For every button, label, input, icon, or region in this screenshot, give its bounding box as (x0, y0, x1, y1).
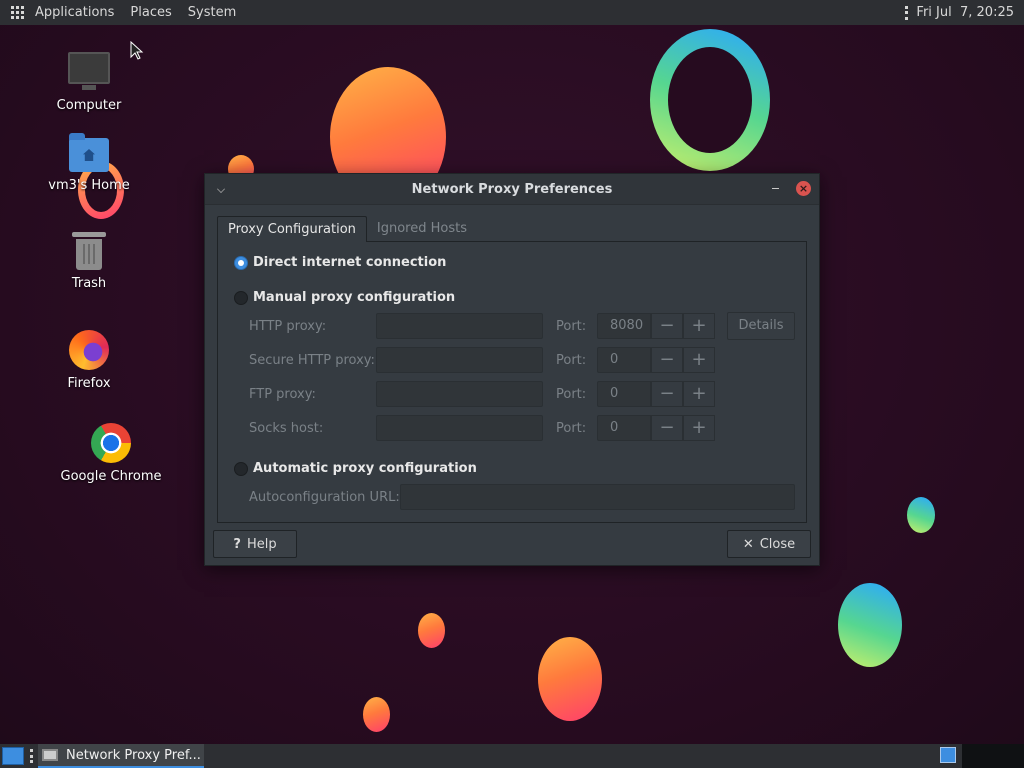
apps-grid-icon[interactable] (11, 5, 25, 20)
network-proxy-dialog: Network Proxy Preferences × Proxy Config… (204, 173, 820, 566)
close-button[interactable]: ✕ Close (727, 530, 811, 558)
http-port-increment-button[interactable]: + (683, 313, 715, 339)
mouse-pointer-icon (130, 41, 144, 60)
automatic-proxy-radio[interactable] (234, 461, 248, 476)
manual-proxy-option[interactable]: Manual proxy configuration (234, 290, 455, 305)
bottom-taskbar: Network Proxy Pref... (0, 744, 1024, 768)
taskbar-window-label: Network Proxy Pref... (66, 747, 201, 763)
http-proxy-host-input[interactable] (376, 313, 543, 339)
secure-http-port-increment-button[interactable]: + (683, 347, 715, 373)
proxy-configuration-panel: Direct internet connection Manual proxy … (217, 241, 807, 523)
menu-applications[interactable]: Applications (35, 5, 114, 20)
trash-icon (72, 232, 106, 270)
desktop-icon-firefox[interactable]: Firefox (34, 330, 144, 391)
dialog-title: Network Proxy Preferences (411, 181, 613, 197)
manual-proxy-label: Manual proxy configuration (253, 290, 456, 305)
secure-http-port-decrement-button[interactable]: − (651, 347, 683, 373)
socks-port-increment-button[interactable]: + (683, 415, 715, 441)
help-icon: ? (233, 536, 241, 552)
ftp-port-decrement-button[interactable]: − (651, 381, 683, 407)
workspace-switcher-1[interactable] (940, 747, 956, 763)
firefox-icon (69, 330, 109, 370)
network-proxy-app-icon (42, 749, 58, 761)
close-button-label: Close (759, 536, 796, 552)
direct-connection-option[interactable]: Direct internet connection (234, 255, 446, 270)
direct-connection-label: Direct internet connection (253, 255, 447, 270)
taskbar-handle-icon[interactable] (30, 749, 33, 763)
minimize-icon[interactable] (772, 188, 779, 189)
home-folder-icon (69, 133, 109, 172)
ftp-proxy-host-input[interactable] (376, 381, 543, 407)
panel-handle-icon[interactable] (905, 5, 909, 20)
desktop-icon-computer[interactable]: Computer (34, 52, 144, 113)
socks-port-input[interactable]: 0 (597, 415, 651, 441)
autoconfiguration-url-input[interactable] (400, 484, 795, 510)
http-port-input[interactable]: 8080 (597, 313, 651, 339)
desktop-icon-label: vm3's Home (48, 178, 130, 193)
socks-port-label: Port: (556, 421, 587, 436)
close-icon: ✕ (742, 536, 754, 552)
desktop-icon-trash[interactable]: Trash (34, 232, 144, 291)
workspace-switcher-2[interactable] (962, 744, 1024, 768)
desktop-icon-label: Firefox (67, 376, 111, 391)
socks-port-decrement-button[interactable]: − (651, 415, 683, 441)
desktop-icon-label: Trash (71, 276, 107, 291)
manual-proxy-radio[interactable] (234, 290, 248, 305)
ftp-port-input[interactable]: 0 (597, 381, 651, 407)
help-button[interactable]: ? Help (213, 530, 297, 558)
top-panel: Applications Places System Fri Jul 7, 20… (0, 0, 1024, 25)
computer-icon (68, 52, 110, 90)
chrome-icon (91, 423, 131, 463)
ftp-port-label: Port: (556, 387, 587, 402)
http-proxy-label: HTTP proxy: (249, 319, 327, 334)
tab-proxy-configuration[interactable]: Proxy Configuration (217, 216, 367, 242)
close-window-icon[interactable]: × (796, 181, 811, 196)
socks-host-input[interactable] (376, 415, 543, 441)
taskbar-window-button[interactable]: Network Proxy Pref... (38, 744, 204, 768)
desktop-icon-home[interactable]: vm3's Home (34, 133, 144, 193)
dialog-titlebar[interactable]: Network Proxy Preferences × (205, 174, 819, 205)
automatic-proxy-option[interactable]: Automatic proxy configuration (234, 461, 477, 476)
desktop-icon-label: Google Chrome (60, 469, 162, 484)
tab-bar: Proxy Configuration Ignored Hosts (217, 216, 477, 242)
menu-system[interactable]: System (188, 5, 236, 20)
automatic-proxy-label: Automatic proxy configuration (253, 461, 477, 476)
ftp-proxy-label: FTP proxy: (249, 387, 316, 402)
http-port-label: Port: (556, 319, 587, 334)
menu-places[interactable]: Places (130, 5, 171, 20)
help-button-label: Help (246, 536, 277, 552)
desktop-icon-label: Computer (56, 98, 122, 113)
tab-ignored-hosts[interactable]: Ignored Hosts (367, 216, 477, 242)
ftp-port-increment-button[interactable]: + (683, 381, 715, 407)
secure-http-port-label: Port: (556, 353, 587, 368)
clock[interactable]: Fri Jul 7, 20:25 (916, 5, 1014, 20)
show-desktop-icon[interactable] (2, 747, 24, 765)
desktop-icon-chrome[interactable]: Google Chrome (56, 423, 166, 484)
secure-http-port-input[interactable]: 0 (597, 347, 651, 373)
direct-connection-radio[interactable] (234, 255, 248, 270)
autoconfiguration-url-label: Autoconfiguration URL: (249, 490, 400, 505)
socks-host-label: Socks host: (249, 421, 324, 436)
secure-http-proxy-host-input[interactable] (376, 347, 543, 373)
secure-http-proxy-label: Secure HTTP proxy: (249, 353, 375, 368)
details-button[interactable]: Details (727, 312, 795, 340)
http-port-decrement-button[interactable]: − (651, 313, 683, 339)
